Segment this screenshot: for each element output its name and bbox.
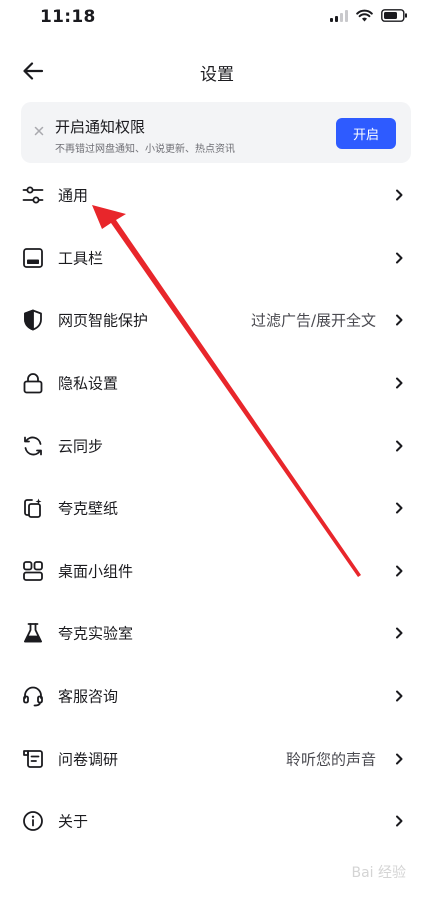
- settings-item-label: 问卷调研: [58, 750, 119, 769]
- battery-icon: [381, 9, 407, 22]
- settings-item-label: 通用: [58, 186, 89, 205]
- chevron-right-icon: [396, 753, 403, 765]
- settings-item-general[interactable]: 通用: [0, 164, 434, 227]
- chevron-right-icon: [396, 252, 403, 264]
- settings-item-label: 云同步: [58, 437, 104, 456]
- shield-icon: [21, 308, 45, 332]
- settings-item-customer-service[interactable]: 客服咨询: [0, 665, 434, 728]
- settings-item-label: 关于: [58, 812, 89, 831]
- widgets-icon: [21, 559, 45, 583]
- settings-item-wallpaper[interactable]: 夸克壁纸: [0, 477, 434, 540]
- settings-item-label: 客服咨询: [58, 687, 119, 706]
- status-bar: 11:18: [0, 0, 434, 36]
- lock-icon: [21, 371, 45, 395]
- flask-icon: [21, 621, 45, 645]
- settings-item-cloud-sync[interactable]: 云同步: [0, 414, 434, 477]
- nav-bar: 设置: [0, 48, 434, 92]
- survey-icon: [21, 747, 45, 771]
- settings-item-label: 桌面小组件: [58, 562, 134, 581]
- settings-item-label: 夸克实验室: [58, 624, 134, 643]
- banner-title: 开启通知权限: [55, 118, 146, 136]
- settings-item-label: 夸克壁纸: [58, 499, 119, 518]
- settings-item-toolbar[interactable]: 工具栏: [0, 227, 434, 290]
- chevron-right-icon: [396, 815, 403, 827]
- status-icons: [330, 9, 408, 22]
- settings-item-about[interactable]: 关于: [0, 790, 434, 853]
- enable-notifications-button[interactable]: 开启: [336, 118, 396, 149]
- settings-item-widgets[interactable]: 桌面小组件: [0, 540, 434, 603]
- chevron-right-icon: [396, 314, 403, 326]
- status-time: 11:18: [40, 7, 96, 27]
- settings-item-label: 网页智能保护: [58, 311, 149, 330]
- wifi-icon: [356, 9, 373, 22]
- settings-item-label: 工具栏: [58, 249, 104, 268]
- close-icon[interactable]: [32, 124, 46, 138]
- chevron-right-icon: [396, 502, 403, 514]
- sync-icon: [21, 434, 45, 458]
- chevron-right-icon: [396, 377, 403, 389]
- info-icon: [21, 809, 45, 833]
- settings-item-lab[interactable]: 夸克实验室: [0, 602, 434, 665]
- signal-icon: [330, 9, 348, 22]
- banner-subtitle: 不再错过网盘通知、小说更新、热点资讯: [55, 144, 235, 155]
- chevron-right-icon: [396, 627, 403, 639]
- settings-item-value: 聆听您的声音: [285, 750, 376, 769]
- chevron-right-icon: [396, 440, 403, 452]
- headset-icon: [21, 684, 45, 708]
- settings-list: 通用 工具栏 网页智能保护 过滤广告/展开全文 隐私设置 云同步 夸克壁纸 桌面…: [0, 164, 434, 853]
- sliders-icon: [21, 183, 45, 207]
- toolbar-icon: [21, 246, 45, 270]
- settings-item-survey[interactable]: 问卷调研 聆听您的声音: [0, 727, 434, 790]
- settings-item-label: 隐私设置: [58, 374, 119, 393]
- chevron-right-icon: [396, 690, 403, 702]
- wallpaper-icon: [21, 496, 45, 520]
- page-title: 设置: [200, 65, 234, 85]
- settings-item-value: 过滤广告/展开全文: [250, 311, 376, 330]
- chevron-right-icon: [396, 565, 403, 577]
- settings-item-privacy[interactable]: 隐私设置: [0, 352, 434, 415]
- notification-banner: 开启通知权限 不再错过网盘通知、小说更新、热点资讯 开启: [21, 102, 411, 163]
- settings-item-web-protection[interactable]: 网页智能保护 过滤广告/展开全文: [0, 289, 434, 352]
- chevron-right-icon: [396, 189, 403, 201]
- watermark: Bai 经验: [351, 865, 406, 881]
